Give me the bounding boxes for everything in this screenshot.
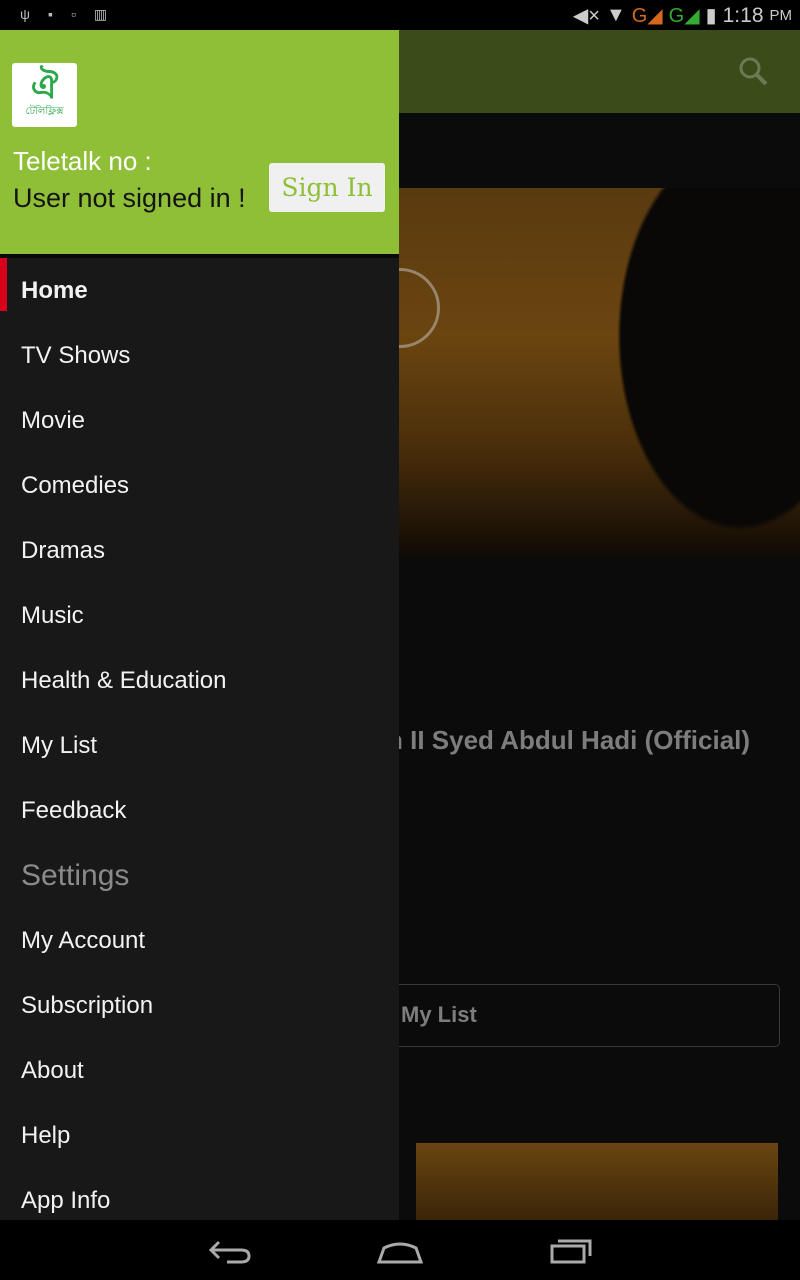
menu-item-my-list[interactable]: My List xyxy=(0,713,399,778)
wifi-icon: ▼ xyxy=(605,4,626,26)
signal-g-green-icon: G◢ xyxy=(668,5,700,27)
related-video-thumbnail[interactable] xyxy=(416,1143,778,1220)
menu-item-tv-shows[interactable]: TV Shows xyxy=(0,323,399,388)
recent-apps-icon[interactable] xyxy=(548,1236,594,1266)
navigation-drawer: ঐ টেলিফ্লিক্স Teletalk no : User not sign… xyxy=(0,30,399,1220)
video-title: n II Syed Abdul Hadi (Official) xyxy=(387,725,751,755)
menu-item-my-account[interactable]: My Account xyxy=(0,908,399,973)
poster-silhouette xyxy=(600,188,800,558)
back-icon[interactable] xyxy=(207,1236,253,1266)
drawer-menu: Home TV Shows Movie Comedies Dramas Musi… xyxy=(0,258,399,1233)
settings-section-header: Settings xyxy=(21,858,130,892)
signal-g-orange-icon: G◢ xyxy=(631,5,663,27)
system-nav-bar xyxy=(0,1220,800,1280)
menu-item-music[interactable]: Music xyxy=(0,583,399,648)
image-icon: ▫ xyxy=(70,6,76,22)
status-bar: ψ ▪ ▫ ▥ ◀× ▼ G◢ G◢ ▮ 1:18 PM xyxy=(0,0,800,30)
clock: 1:18 xyxy=(722,3,764,27)
menu-item-health-education[interactable]: Health & Education xyxy=(0,648,399,713)
mute-icon: ◀× xyxy=(572,5,600,27)
menu-item-dramas[interactable]: Dramas xyxy=(0,518,399,583)
menu-item-help[interactable]: Help xyxy=(0,1103,399,1168)
home-icon[interactable] xyxy=(376,1236,424,1266)
lock-icon: ▪ xyxy=(47,6,53,22)
drawer-header: ঐ টেলিফ্লিক্স Teletalk no : User not sign… xyxy=(0,30,399,254)
menu-item-home[interactable]: Home xyxy=(0,258,399,323)
menu-item-about[interactable]: About xyxy=(0,1038,399,1103)
menu-item-movie[interactable]: Movie xyxy=(0,388,399,453)
sd-card-icon: ▥ xyxy=(93,6,108,22)
teletalk-number-label: Teletalk no : xyxy=(13,146,152,176)
menu-item-comedies[interactable]: Comedies xyxy=(0,453,399,518)
clock-ampm: PM xyxy=(769,7,793,24)
battery-charging-icon: ▮ xyxy=(705,5,717,27)
search-icon[interactable] xyxy=(738,56,768,86)
app-logo: ঐ টেলিফ্লিক্স xyxy=(12,63,77,127)
usb-icon: ψ xyxy=(20,6,30,22)
menu-item-feedback[interactable]: Feedback xyxy=(0,778,399,843)
menu-item-subscription[interactable]: Subscription xyxy=(0,973,399,1038)
user-status: User not signed in ! xyxy=(13,183,246,213)
sign-in-button[interactable]: Sign In xyxy=(269,163,385,212)
